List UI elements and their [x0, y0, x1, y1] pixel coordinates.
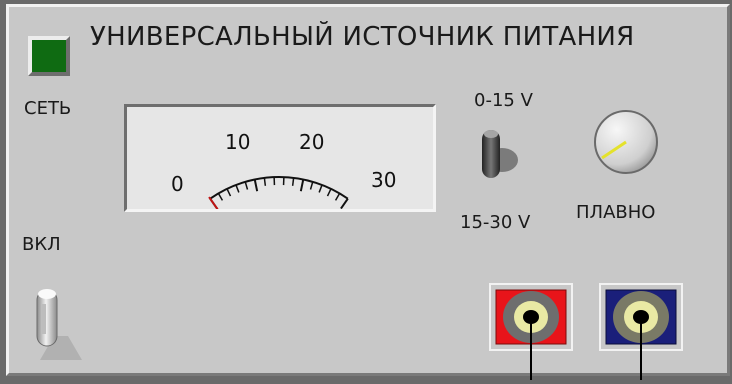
voltmeter: 0 10 20 30 [124, 104, 436, 212]
blue-terminal-icon [598, 282, 688, 380]
scale-tick [245, 182, 247, 190]
scale-label-0: 0 [171, 172, 184, 196]
scale-tick [227, 189, 230, 196]
scale-tick [255, 179, 257, 191]
scale-label-30: 30 [371, 168, 396, 192]
scale-tick [218, 193, 222, 200]
scale-tick [319, 185, 322, 192]
power-toggle-switch[interactable] [34, 282, 84, 368]
scale-tick [301, 179, 303, 191]
range-high-label: 15-30 V [460, 212, 530, 233]
power-label: СЕТЬ [24, 98, 71, 119]
scale-tick [310, 182, 312, 190]
scale-ticks [210, 177, 348, 209]
range-switch-icon [478, 124, 522, 184]
on-label: ВКЛ [22, 234, 61, 255]
scale-tick [264, 178, 265, 186]
voltmeter-scale: 0 10 20 30 [127, 107, 433, 209]
voltmeter-needle [209, 197, 218, 209]
scale-tick [341, 199, 348, 209]
rotary-knob-icon [588, 106, 664, 176]
scale-tick [336, 193, 340, 200]
range-low-label: 0-15 V [474, 90, 533, 111]
power-indicator-led [28, 36, 70, 76]
red-terminal-icon [488, 282, 578, 380]
red-output-terminal[interactable] [488, 282, 578, 384]
scale-tick [293, 178, 294, 186]
scale-label-10: 10 [225, 130, 250, 154]
blue-output-terminal[interactable] [598, 282, 688, 384]
panel-title: УНИВЕРСАЛЬНЫЙ ИСТОЧНИК ПИТАНИЯ [90, 22, 635, 52]
toggle-switch-icon [34, 282, 84, 364]
scale-tick [236, 185, 239, 192]
smooth-label: ПЛАВНО [576, 202, 655, 223]
smooth-adjust-knob[interactable] [588, 106, 664, 180]
scale-label-20: 20 [299, 130, 324, 154]
scale-tick [328, 189, 331, 196]
range-toggle-switch[interactable] [478, 124, 522, 188]
